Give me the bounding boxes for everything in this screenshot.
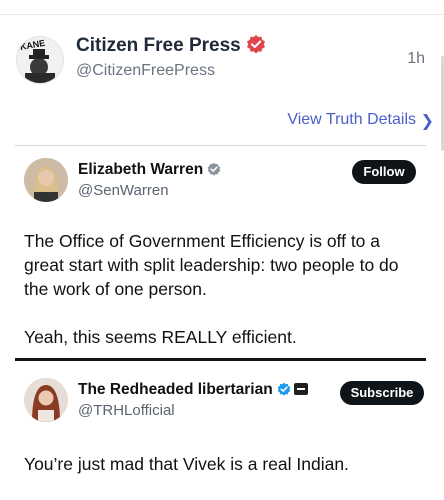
chevron-right-icon: ❯ — [420, 113, 434, 130]
embed-author-handle[interactable]: @SenWarren — [78, 182, 169, 199]
tweet-paragraph: The Office of Government Efficiency is o… — [24, 231, 399, 299]
author-name[interactable]: Citizen Free Press — [76, 34, 266, 57]
view-details-label: View Truth Details — [287, 111, 416, 128]
post-timestamp: 1h — [407, 50, 425, 67]
avatar[interactable]: KANE — [16, 36, 64, 84]
verified-badge-icon — [246, 35, 265, 54]
embed-divider — [15, 145, 426, 146]
author-handle[interactable]: @CitizenFreePress — [76, 62, 215, 80]
view-truth-details-link[interactable]: View Truth Details ❯ — [287, 111, 434, 130]
author-name-label: Citizen Free Press — [76, 35, 241, 56]
portrait-icon — [24, 378, 68, 422]
verified-badge-icon — [207, 162, 221, 176]
embed-tweet-text: The Office of Government Efficiency is o… — [24, 229, 424, 349]
embed-separator — [15, 358, 426, 361]
verified-badge-icon — [277, 382, 290, 396]
tweet-paragraph: Yeah, this seems REALLY efficient. — [24, 327, 297, 347]
affiliation-badge-icon — [293, 383, 308, 395]
embed-author-name-label: Elizabeth Warren — [78, 161, 204, 178]
follow-button[interactable]: Follow — [352, 160, 416, 184]
kane-avatar-icon: KANE — [17, 37, 63, 83]
embed-author-name[interactable]: Elizabeth Warren — [78, 161, 221, 179]
embed-tweet-text: You’re just mad that Vivek is a real Ind… — [24, 454, 349, 474]
embed-author-name[interactable]: The Redheaded libertarian — [78, 381, 308, 399]
subscribe-button[interactable]: Subscribe — [340, 381, 424, 405]
embed-author-handle[interactable]: @TRHLofficial — [78, 402, 175, 419]
portrait-icon — [24, 158, 68, 202]
avatar[interactable] — [24, 158, 68, 202]
top-divider — [0, 14, 444, 15]
embed-author-name-label: The Redheaded libertarian — [78, 381, 273, 398]
avatar[interactable] — [24, 378, 68, 422]
